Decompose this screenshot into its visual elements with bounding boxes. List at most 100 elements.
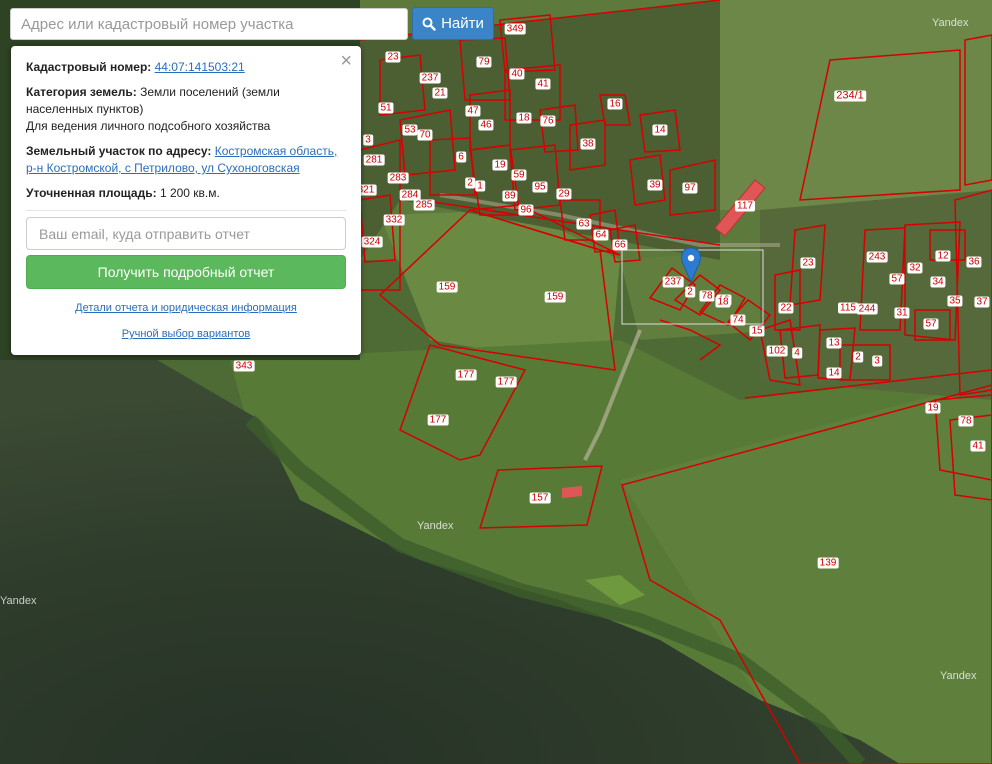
manual-selection-link[interactable]: Ручной выбор вариантов (26, 328, 346, 340)
plot-label[interactable]: 19 (492, 159, 508, 171)
plot-label[interactable]: 96 (518, 204, 534, 216)
plot-label[interactable]: 18 (516, 112, 532, 124)
plot-label[interactable]: 78 (699, 290, 715, 302)
plot-label[interactable]: 115 (838, 302, 858, 314)
plot-label[interactable]: 46 (478, 119, 494, 131)
plot-label[interactable]: 177 (427, 414, 449, 426)
plot-label[interactable]: 51 (378, 102, 394, 114)
plot-label[interactable]: 41 (535, 78, 551, 90)
email-field[interactable] (26, 217, 346, 250)
plot-label[interactable]: 2 (853, 351, 863, 363)
address-label: Земельный участок по адресу: (26, 144, 212, 158)
plot-label[interactable]: 14 (826, 367, 842, 379)
plot-label[interactable]: 23 (800, 257, 816, 269)
plot-label[interactable]: 66 (612, 239, 628, 251)
plot-label[interactable]: 89 (502, 190, 518, 202)
plot-label[interactable]: 78 (958, 415, 974, 427)
plot-label[interactable]: 47 (465, 105, 481, 117)
yandex-watermark: Yandex (932, 17, 969, 29)
plot-label[interactable]: 117 (735, 200, 755, 212)
plot-label[interactable]: 332 (383, 214, 405, 226)
plot-label[interactable]: 6 (456, 151, 466, 163)
plot-label[interactable]: 243 (866, 251, 888, 263)
plot-label[interactable]: 15 (749, 325, 765, 337)
plot-label[interactable]: 35 (947, 295, 963, 307)
plot-label[interactable]: 21 (432, 87, 448, 99)
cadastral-number-link[interactable]: 44:07:141503:21 (155, 60, 245, 74)
plot-label[interactable]: 349 (504, 23, 526, 35)
plot-label[interactable]: 159 (436, 281, 458, 293)
plot-label[interactable]: 13 (826, 337, 842, 349)
plot-label[interactable]: 244 (856, 303, 878, 315)
yandex-watermark: Yandex (940, 670, 977, 682)
category-row: Категория земель: Земли поселений (земли… (26, 84, 346, 118)
plot-label[interactable]: 97 (682, 182, 698, 194)
plot-label[interactable]: 283 (387, 172, 409, 184)
plot-label[interactable]: 32 (907, 262, 923, 274)
plot-label[interactable]: 237 (419, 72, 441, 84)
plot-label[interactable]: 34 (930, 276, 946, 288)
plot-label[interactable]: 4 (792, 347, 802, 359)
plot-label[interactable]: 95 (532, 181, 548, 193)
yandex-watermark: Yandex (417, 520, 454, 532)
close-icon[interactable]: × (340, 51, 352, 71)
plot-label[interactable]: 139 (817, 557, 839, 569)
plot-label[interactable]: 2 (685, 286, 695, 298)
plot-label[interactable]: 281 (363, 154, 385, 166)
plot-label[interactable]: 29 (556, 188, 572, 200)
plot-label[interactable]: 36 (966, 256, 982, 268)
plot-label[interactable]: 324 (361, 236, 383, 248)
area-row: Уточненная площадь: 1 200 кв.м. (26, 185, 346, 202)
plot-label[interactable]: 3 (872, 355, 882, 367)
plot-label[interactable]: 343 (233, 360, 255, 372)
plot-label[interactable]: 159 (544, 291, 566, 303)
plot-label[interactable]: 22 (778, 302, 794, 314)
area-value: 1 200 кв.м. (159, 186, 220, 200)
plot-label[interactable]: 18 (715, 296, 731, 308)
plot-label[interactable]: 234/1 (834, 90, 866, 102)
yandex-watermark: Yandex (0, 595, 37, 607)
plot-label[interactable]: 76 (540, 115, 556, 127)
plot-label[interactable]: 70 (417, 129, 433, 141)
plot-label[interactable]: 57 (923, 318, 939, 330)
plot-label[interactable]: 237 (662, 276, 684, 288)
address-row: Земельный участок по адресу: Костромская… (26, 143, 346, 177)
plot-label[interactable]: 74 (730, 314, 746, 326)
plot-label[interactable]: 31 (894, 307, 910, 319)
address-link-line1[interactable]: Костромская область, (215, 144, 338, 158)
plot-label[interactable]: 37 (974, 296, 990, 308)
plot-label[interactable]: 14 (652, 124, 668, 136)
get-report-button[interactable]: Получить подробный отчет (26, 255, 346, 289)
plot-label[interactable]: 79 (476, 56, 492, 68)
plot-label[interactable]: 157 (529, 492, 551, 504)
area-label: Уточненная площадь: (26, 186, 157, 200)
plot-label[interactable]: 285 (413, 199, 435, 211)
plot-label[interactable]: 41 (970, 440, 986, 452)
plot-label[interactable]: 64 (593, 229, 609, 241)
divider (26, 210, 346, 211)
plot-label[interactable]: 40 (509, 68, 525, 80)
plot-label[interactable]: 39 (647, 179, 663, 191)
address-link-line2[interactable]: р-н Костромской, с Петрилово, ул Сухоног… (26, 161, 300, 175)
plot-label[interactable]: 38 (580, 138, 596, 150)
search-button-label: Найти (441, 15, 484, 32)
plot-label[interactable]: 102 (766, 345, 788, 357)
cadastral-label: Кадастровый номер: (26, 60, 152, 74)
search-button[interactable]: Найти (412, 7, 494, 40)
plot-label[interactable]: 23 (385, 51, 401, 63)
plot-label[interactable]: 59 (511, 169, 527, 181)
report-details-link[interactable]: Детали отчета и юридическая информация (26, 302, 346, 314)
plot-label[interactable]: 177 (455, 369, 477, 381)
plot-label[interactable]: 3 (363, 134, 373, 146)
plot-label[interactable]: 63 (576, 218, 592, 230)
search-input[interactable] (10, 8, 408, 40)
plot-label[interactable]: 19 (925, 402, 941, 414)
plot-label[interactable]: 1 (475, 180, 485, 192)
plot-label[interactable]: 16 (607, 98, 623, 110)
plot-label[interactable]: 12 (935, 250, 951, 262)
plot-label[interactable]: 2 (465, 177, 475, 189)
plot-label[interactable]: 57 (889, 273, 905, 285)
cadastral-row: Кадастровый номер: 44:07:141503:21 (26, 59, 346, 76)
plot-label[interactable]: 177 (495, 376, 517, 388)
plot-label[interactable]: 53 (402, 124, 418, 136)
